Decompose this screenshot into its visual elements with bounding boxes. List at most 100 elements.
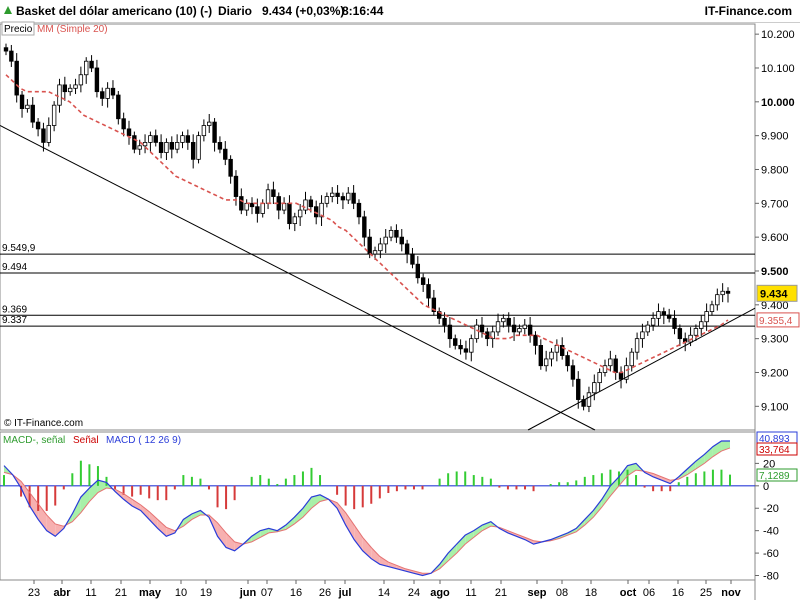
histogram-bar <box>131 485 134 497</box>
histogram-bar <box>404 485 407 490</box>
candle-body <box>362 216 367 238</box>
hline-label: 9.369 <box>2 304 27 315</box>
macd-fill <box>217 522 227 548</box>
histogram-bar <box>301 471 304 486</box>
macd-value-label: 7,1289 <box>759 471 790 482</box>
histogram-bar <box>319 475 322 486</box>
candle-body <box>110 87 116 96</box>
histogram-bar <box>438 478 441 486</box>
histogram-bar <box>515 485 518 490</box>
candle-body <box>506 317 511 326</box>
candle-body <box>255 206 260 214</box>
candle-body <box>458 345 463 350</box>
histogram-bar <box>575 480 578 486</box>
candle-body <box>501 317 506 323</box>
histogram-bar <box>524 485 527 490</box>
histogram-bar <box>532 485 535 492</box>
price-tick-label: 10.100 <box>761 63 795 75</box>
candle-body <box>511 324 517 333</box>
histogram-bar <box>88 464 91 486</box>
candle-body <box>105 87 110 99</box>
x-tick-label: 07 <box>261 587 273 599</box>
candle-body <box>442 317 447 326</box>
candle-body <box>479 324 485 333</box>
candle-body <box>629 351 634 367</box>
hline-label: 9.494 <box>2 262 27 273</box>
histogram-bar <box>139 485 142 495</box>
x-tick-label: 16 <box>290 587 302 599</box>
histogram-bar <box>276 484 279 486</box>
x-tick-label: may <box>139 587 162 599</box>
candle-body <box>453 338 458 346</box>
macd-fill <box>29 492 39 520</box>
x-tick-label: 19 <box>200 587 212 599</box>
candle-body <box>543 358 549 367</box>
x-tick-label: 23 <box>28 587 40 599</box>
x-tick-label: 08 <box>556 587 568 599</box>
candle-body <box>517 328 522 333</box>
macd-fill <box>157 519 167 537</box>
histogram-bar <box>652 485 655 492</box>
candle-body <box>265 189 271 204</box>
candle-body <box>158 142 164 153</box>
x-tick-label: 26 <box>319 587 331 599</box>
histogram-bar <box>447 473 450 486</box>
histogram-bar <box>370 485 373 504</box>
histogram-bar <box>626 469 629 486</box>
candle-body <box>287 202 292 225</box>
candle-body <box>180 135 185 143</box>
candle-body <box>447 324 453 340</box>
chart-canvas: 10.200 10.100 10.000 9.900 9.800 9.700 9.600 9.… <box>0 21 800 600</box>
watermark: © IT-Finance.com <box>4 418 83 429</box>
histogram-bar <box>293 475 296 486</box>
candle-body <box>190 142 196 160</box>
x-tick-label: ago <box>430 587 450 599</box>
candle-body <box>720 290 725 296</box>
candle-body <box>51 104 57 126</box>
histogram-bar <box>284 478 287 486</box>
candle-body <box>30 104 35 123</box>
hline-label: 9.549,9 <box>2 243 36 254</box>
candle-body <box>634 338 640 353</box>
candle-body <box>239 196 244 211</box>
candle-body <box>618 372 624 380</box>
macd-fill <box>704 446 713 464</box>
candle-body <box>570 365 576 380</box>
candle-body <box>126 128 132 137</box>
histogram-bar <box>79 460 82 486</box>
x-tick-label: 21 <box>495 587 507 599</box>
histogram-bar <box>310 467 313 486</box>
histogram-bar <box>361 485 364 508</box>
candle-body <box>549 351 554 360</box>
ma-price-label: 9.355,4 <box>759 316 793 327</box>
macd-tick-label: -60 <box>763 548 779 560</box>
candle-body <box>522 324 527 329</box>
macd-fill <box>354 525 363 551</box>
histogram-bar <box>45 485 48 511</box>
x-tick-label: oct <box>620 587 637 599</box>
candle-body <box>410 253 415 265</box>
candle-body <box>67 87 73 93</box>
price-tick-label: 9.300 <box>761 334 789 346</box>
histogram-bar <box>378 485 381 499</box>
candle-body <box>297 209 303 218</box>
x-tick-label: jun <box>239 587 257 599</box>
price-tick-label: 9.700 <box>761 198 789 210</box>
legend-macd-signal: MACD-, señal <box>3 435 65 446</box>
candle-body <box>89 60 94 69</box>
candle-body <box>351 192 356 204</box>
histogram-bar <box>549 484 552 486</box>
histogram-bar <box>506 485 509 490</box>
candle-body <box>527 324 533 336</box>
candle-body <box>709 304 715 312</box>
histogram-bar <box>199 478 202 486</box>
candle-body <box>640 331 645 340</box>
histogram-bar <box>703 471 706 486</box>
histogram-bar <box>600 473 603 486</box>
candle-body <box>281 202 287 211</box>
price-tick-label: 9.100 <box>761 401 789 413</box>
macd-tick-label: 0 <box>763 481 769 493</box>
histogram-bar <box>336 485 339 495</box>
candle-body <box>469 338 474 353</box>
candle-body <box>340 196 346 201</box>
